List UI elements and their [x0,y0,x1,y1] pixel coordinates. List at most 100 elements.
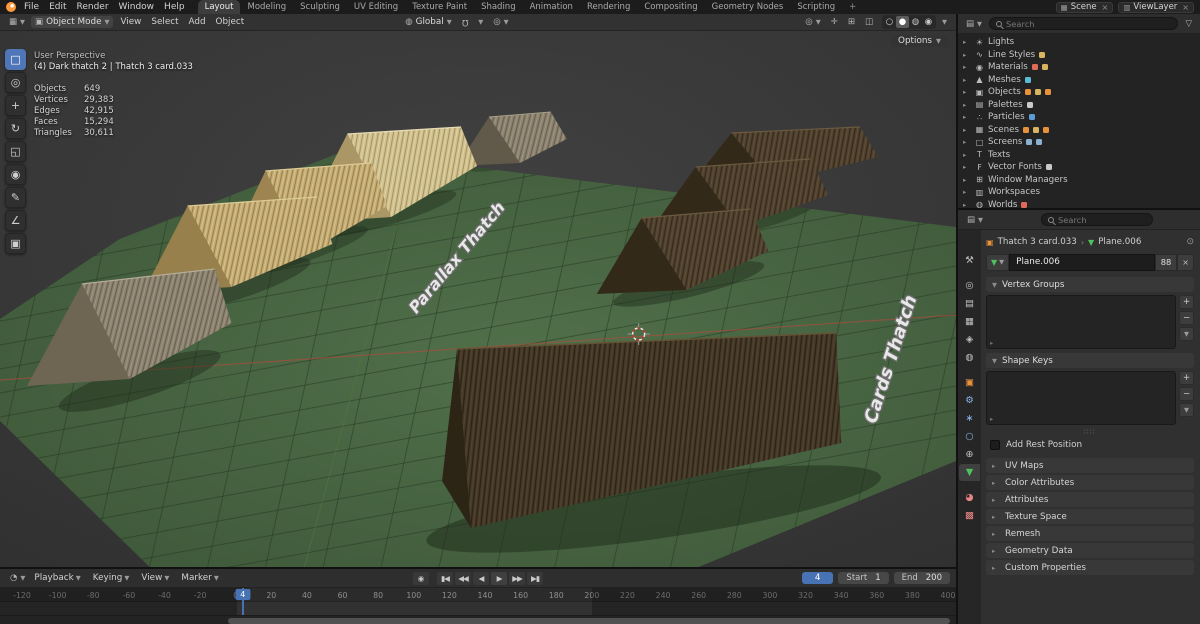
expand-caret-icon[interactable]: ▸ [963,176,971,184]
outliner-item-lights[interactable]: ▸ ☀ Lights [958,36,1200,49]
expand-caret-icon[interactable]: ▸ [963,126,971,134]
datablock-browse-button[interactable]: ▼ ▼ [986,253,1010,271]
outliner-item-texts[interactable]: ▸ T Texts [958,149,1200,162]
panel-texture-space[interactable]: ▸ Texture Space [986,509,1194,524]
workspace-tab-layout[interactable]: Layout [197,0,241,14]
play-reverse-button[interactable]: ◀ [473,571,489,585]
vertex-group-specials-button[interactable]: ▼ [1179,327,1194,341]
properties-search[interactable] [1041,213,1153,226]
add-vertex-group-button[interactable]: + [1179,295,1194,309]
tool-scale[interactable]: ◱ [5,141,26,162]
properties-tab-tool[interactable]: ⚒ [959,252,980,269]
prev-keyframe-button[interactable]: ◀◀ [455,571,471,585]
list-filter-toggle-icon[interactable]: ▸ [990,339,993,347]
menu-render[interactable]: Render [72,0,114,14]
datablock-name-field[interactable] [1009,253,1155,271]
properties-tab-world[interactable]: ◍ [959,349,980,366]
viewlayer-selector[interactable]: ▥ ViewLayer × [1118,1,1194,13]
proportional-edit-button[interactable]: ◎ ▼ [489,16,512,28]
timeline-scrollbar[interactable] [228,618,950,624]
workspace-tab-shading[interactable]: Shading [474,0,523,14]
expand-caret-icon[interactable]: ▸ [963,88,971,96]
expand-caret-icon[interactable]: ▸ [963,163,971,171]
properties-editor-type-button[interactable]: ▤ ▼ [963,214,987,226]
menu-file[interactable]: File [19,0,44,14]
outliner-item-line-styles[interactable]: ▸ ∿ Line Styles [958,49,1200,62]
workspace-tab-rendering[interactable]: Rendering [580,0,637,14]
viewport-menu-select[interactable]: Select [146,17,183,27]
tool-move[interactable]: + [5,95,26,116]
outliner-search-input[interactable] [1006,18,1172,29]
workspace-tab-animation[interactable]: Animation [523,0,580,14]
scene-selector[interactable]: ▦ Scene × [1055,1,1114,13]
users-count-badge[interactable]: 88 [1154,253,1178,271]
outliner-item-vector-fonts[interactable]: ▸ F Vector Fonts [958,161,1200,174]
workspace-tab-sculpting[interactable]: Sculpting [293,0,347,14]
outliner-item-worlds[interactable]: ▸ ◍ Worlds [958,199,1200,208]
outliner-filter-button[interactable]: ▽ [1181,18,1196,30]
properties-tab-render[interactable]: ◎ [959,277,980,294]
shading-dropdown-button[interactable]: ▼ [938,17,951,27]
frame-end-field[interactable]: End 200 [893,572,950,584]
tool-annotate[interactable]: ✎ [5,187,26,208]
properties-tab-constraints[interactable]: ⊕ [959,446,980,463]
playhead-frame-badge[interactable]: 4 [235,589,251,600]
outliner-item-particles[interactable]: ▸ ∴ Particles [958,111,1200,124]
expand-caret-icon[interactable]: ▸ [963,138,971,146]
panel-attributes[interactable]: ▸ Attributes [986,492,1194,507]
panel-remesh[interactable]: ▸ Remesh [986,526,1194,541]
jump-start-button[interactable]: ▮◀ [437,571,453,585]
timeline-menu-keying[interactable]: Keying ▼ [88,573,135,583]
snap-toggle-button[interactable]: Ω [458,16,473,28]
outliner-item-workspaces[interactable]: ▸ ▥ Workspaces [958,186,1200,199]
viewlayer-unlink-icon[interactable]: × [1182,3,1189,12]
list-filter-toggle-icon[interactable]: ▸ [990,415,993,423]
gizmo-toggle-button[interactable]: ✛ [827,16,842,28]
panel-resize-grip[interactable]: ∷∷ [986,429,1194,436]
viewport-menu-object[interactable]: Object [211,17,250,27]
expand-caret-icon[interactable]: ▸ [963,38,971,46]
expand-caret-icon[interactable]: ▸ [963,113,971,121]
expand-caret-icon[interactable]: ▸ [963,188,971,196]
timeline-scrollbar-track[interactable] [0,615,956,624]
breadcrumb-object[interactable]: Thatch 3 card.033 [998,237,1077,247]
timeline-menu-view[interactable]: View ▼ [136,573,174,583]
properties-tab-view-layer[interactable]: ▦ [959,313,980,330]
jump-end-button[interactable]: ▶▮ [527,571,543,585]
scene-unlink-icon[interactable]: × [1102,3,1109,12]
outliner-search[interactable] [989,17,1179,30]
tool-transform[interactable]: ◉ [5,164,26,185]
outliner-display-mode-button[interactable]: ▤ ▼ [962,18,986,30]
expand-caret-icon[interactable]: ▸ [963,101,971,109]
shading-wireframe-button[interactable]: ○ [883,16,896,28]
unlink-button[interactable]: × [1177,253,1194,271]
viewport-menu-view[interactable]: View [115,17,146,27]
outliner-item-scenes[interactable]: ▸ ▦ Scenes [958,124,1200,137]
workspace-tab-geometry-nodes[interactable]: Geometry Nodes [705,0,791,14]
workspace-tab-compositing[interactable]: Compositing [637,0,704,14]
panel-color-attributes[interactable]: ▸ Color Attributes [986,475,1194,490]
shading-solid-button[interactable]: ● [896,16,909,28]
shape-key-specials-button[interactable]: ▼ [1179,403,1194,417]
expand-caret-icon[interactable]: ▸ [963,51,971,59]
tool-select-box[interactable]: □ [5,49,26,70]
play-button[interactable]: ▶ [491,571,507,585]
3d-viewport[interactable]: Parallax Thatch Cards Thatch □ ◎ + ↻ ◱ ◉… [0,31,956,567]
outliner-item-screens[interactable]: ▸ □ Screens [958,136,1200,149]
timeline-menu-marker[interactable]: Marker ▼ [176,573,224,583]
pin-icon[interactable]: ⊙ [1186,237,1194,247]
shading-rendered-button[interactable]: ◉ [922,16,935,28]
expand-caret-icon[interactable]: ▸ [963,76,971,84]
orientation-selector[interactable]: ◍ Global ▼ [401,16,455,28]
properties-tab-data[interactable]: ▼ [959,464,980,481]
outliner-item-meshes[interactable]: ▸ ▲ Meshes [958,74,1200,87]
xray-toggle-button[interactable]: ◫ [861,16,877,28]
timeline-editor-type-button[interactable]: ◔ ▼ [6,572,29,584]
tool-rotate[interactable]: ↻ [5,118,26,139]
vertex-groups-listbox[interactable]: ▸ [986,295,1176,349]
expand-caret-icon[interactable]: ▸ [963,201,971,208]
workspace-tab-texture-paint[interactable]: Texture Paint [405,0,474,14]
properties-tab-scene[interactable]: ◈ [959,331,980,348]
outliner-item-objects[interactable]: ▸ ▣ Objects [958,86,1200,99]
panel-shape-keys[interactable]: ▼ Shape Keys [986,353,1194,368]
